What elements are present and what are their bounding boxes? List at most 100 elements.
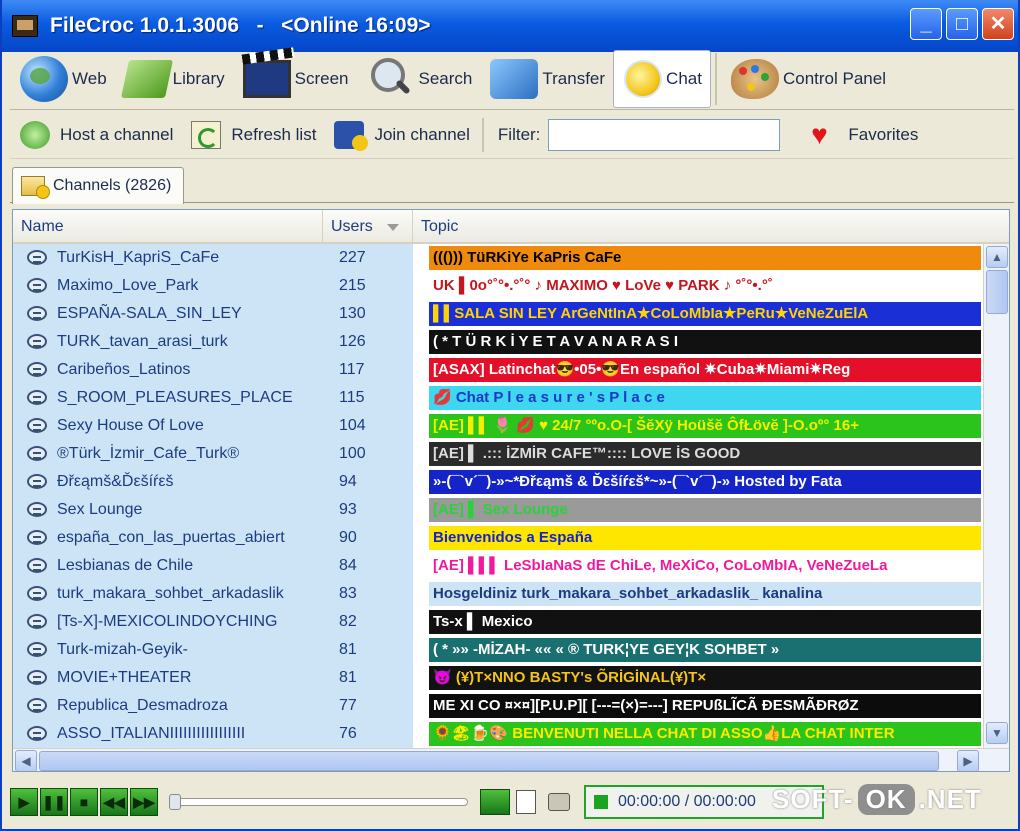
channel-users: 215 [339,277,366,294]
playlist-icon[interactable] [516,790,536,814]
channel-name: S_ROOM_PLEASURES_PLACE [57,389,293,406]
transfer-icon [490,58,539,99]
time-text: 00:00:00 / 00:00:00 [618,793,756,810]
filter-input[interactable] [548,118,781,151]
scroll-down-arrow-icon[interactable]: ▼ [986,722,1008,744]
channel-users: 130 [339,305,366,322]
table-row[interactable]: MOVIE+THEATER 81 😈 (¥)T×NNO BASTY's ÕRİGİN… [13,664,981,692]
scroll-left-arrow-icon[interactable]: ◀ [15,750,37,771]
next-button[interactable]: ▶▶ [130,788,158,816]
favorites-button[interactable]: Favorites [848,115,918,155]
table-row[interactable]: Maximo_Love_Park 215 UK ▌0o°˚°•.°˚° ♪ MAXI… [13,272,981,300]
toolbar-transfer[interactable]: Transfer [480,50,613,108]
filter-label: Filter: [497,124,541,144]
seek-slider-handle[interactable] [169,794,181,810]
toolbar-search[interactable]: Search [357,50,481,108]
channel-name: ESPAÑA-SALA_SIN_LEY [57,305,242,322]
channel-users: 81 [339,669,357,686]
toolbar-screen[interactable]: Screen [233,50,357,108]
channel-name: Lesbianas de Chile [57,557,194,574]
chat-bubble-icon [27,334,47,349]
table-row[interactable]: S_ROOM_PLEASURES_PLACE 115 💋 Chat P l e a … [13,384,981,412]
main-toolbar: Web Library Screen Search Transfer Chat … [10,48,1014,110]
refresh-list-button[interactable]: Refresh list [181,115,324,155]
table-row[interactable]: Lesbianas de Chile 84 [AE] ▌▌▌ LeSbIaNaS d… [13,552,981,580]
maximize-button[interactable]: □ [946,8,978,40]
play-button[interactable]: ▶ [10,788,38,816]
toolbar-chat[interactable]: Chat [613,49,711,108]
list-header: Name Users Topic [13,210,1009,244]
stop-button[interactable]: ■ [70,788,98,816]
column-header-name[interactable]: Name [13,210,323,242]
tab-strip: Channels (2826) [10,163,1014,204]
tab-channels[interactable]: Channels (2826) [12,167,185,204]
horizontal-scrollbar[interactable]: ◀ ▶ [13,748,1009,771]
channel-users: 117 [339,361,365,378]
table-row[interactable]: ®Türk_İzmir_Cafe_Turk® 100 [AE] ▌ .::: İZM… [13,440,981,468]
column-header-users[interactable]: Users [323,210,413,242]
scroll-up-arrow-icon[interactable]: ▲ [986,246,1008,268]
toolbar2-divider [481,117,484,152]
previous-button[interactable]: ◀◀ [100,788,128,816]
toolbar-transfer-label: Transfer [542,68,606,88]
join-channel-label: Join channel [374,124,470,144]
seek-slider[interactable] [169,794,468,810]
toolbar-search-label: Search [418,68,473,88]
chat-bubble-icon [27,642,47,657]
scroll-right-arrow-icon[interactable]: ▶ [957,750,979,771]
channel-toolbar: Host a channel Refresh list Join channel… [10,111,1014,159]
channel-users: 82 [339,613,357,630]
table-row[interactable]: Sexy House Of Love 104 [AE] ▌▌ 🌷 💋 ♥ 24/7 … [13,412,981,440]
toolbar-control-panel[interactable]: Control Panel [721,50,894,108]
table-row[interactable]: ASSO_ITALIANIIIIIIIIIIIIIIIII 76 🌻🏖🍺🎨 BENV… [13,720,981,748]
chat-bubble-icon [27,306,47,321]
channel-topic: UK ▌0o°˚°•.°˚° ♪ MAXIMO ♥ LoVe ♥ PARK ♪ … [429,274,981,298]
toolbar-library[interactable]: Library [115,50,233,108]
table-row[interactable]: turk_makara_sohbet_arkadaslik 83 Hosgeldin… [13,580,981,608]
status-led-icon [594,795,608,809]
volume-icon[interactable] [480,789,510,815]
title-bar[interactable]: FileCroc 1.0.1.3006 - <Online 16:09> _ □… [2,0,1018,52]
table-row[interactable]: TURK_tavan_arasi_turk 126 ( * T Ü R K İ Y … [13,328,981,356]
chat-bubble-icon [27,670,47,685]
host-channel-button[interactable]: Host a channel [10,115,181,155]
channel-users: 93 [339,501,357,518]
minimize-button[interactable]: _ [910,8,942,40]
toolbar-web-label: Web [72,68,107,88]
channel-topic: ▌▌SALA SIN LEY ArGeNtInA★CoLoMbIa★PeRu★V… [429,302,981,326]
table-row[interactable]: TurKisH_KapriS_CaFe 227 ((())) TüRKiYe KaP… [13,244,981,272]
chat-bubble-icon [27,418,47,433]
table-row[interactable]: españa_con_las_puertas_abiert 90 Bienveni… [13,524,981,552]
channel-topic: Hosgeldiniz turk_makara_sohbet_arkadasli… [429,582,981,606]
table-row[interactable]: [Ts-X]-MEXICOLINDOYCHING 82 Ts-x ▌ Mexico [13,608,981,636]
join-channel-button[interactable]: Join channel [324,115,477,155]
horizontal-scroll-thumb[interactable] [39,751,939,771]
chat-bubble-icon [27,698,47,713]
column-header-topic[interactable]: Topic [413,210,1009,242]
recorder-icon[interactable] [548,793,570,811]
channel-users: 77 [339,697,357,714]
palette-icon [730,58,779,99]
library-icon [120,59,173,98]
main-window: FileCroc 1.0.1.3006 - <Online 16:09> _ □… [0,0,1020,831]
toolbar-web[interactable]: Web [10,50,115,108]
channel-users: 227 [339,249,366,266]
vertical-scroll-thumb[interactable] [986,270,1008,314]
table-row[interactable]: Sex Lounge 93 [AE] ▌ Sex Lounge [13,496,981,524]
channel-users: 126 [339,333,366,350]
table-row[interactable]: ESPAÑA-SALA_SIN_LEY 130 ▌▌SALA SIN LEY ArG… [13,300,981,328]
table-row[interactable]: Turk-mizah-Geyik- 81 ( * »» -MİZAH- «« « ®… [13,636,981,664]
close-button[interactable]: ✕ [982,8,1014,40]
channel-topic: ( * »» -MİZAH- «« « ® TURK¦YE GEY¦K SOHB… [429,638,981,662]
pause-button[interactable]: ❚❚ [40,788,68,816]
watermark-left: SOFT- [772,784,854,814]
channel-name: TURK_tavan_arasi_turk [57,333,228,350]
watermark-middle: OK [857,784,915,815]
chat-bubble-icon [27,558,47,573]
table-row[interactable]: Ðřεąmš&Ďεšíŕεš 94 »-(¯`v´¯)-»~*Ðřεąmš & Ďε… [13,468,981,496]
chat-bubble-icon [27,614,47,629]
table-row[interactable]: Republica_Desmadroza 77 ME XI CO ¤×¤][P.U.… [13,692,981,720]
vertical-scrollbar[interactable]: ▲ ▼ [983,244,1009,748]
chat-bubble-icon [27,278,47,293]
table-row[interactable]: Caribeños_Latinos 117 [ASAX] Latinchat😎•05… [13,356,981,384]
